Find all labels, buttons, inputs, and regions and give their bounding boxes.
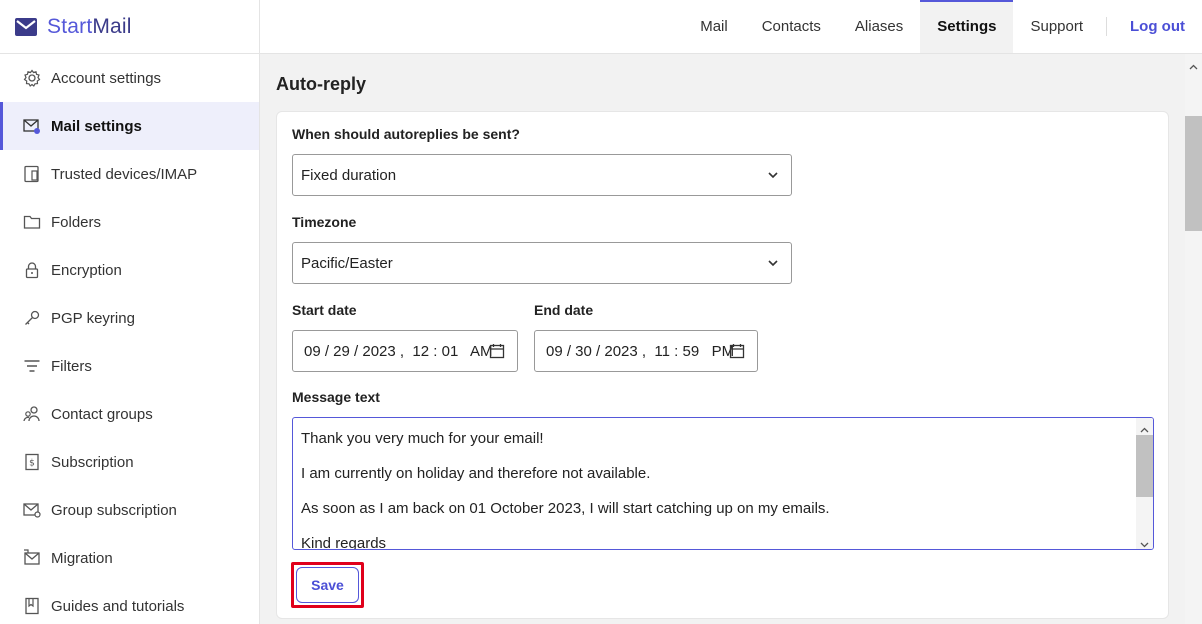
sidebar-item-folders[interactable]: Folders bbox=[0, 198, 259, 246]
contact-group-icon bbox=[22, 405, 41, 424]
chevron-down-icon bbox=[767, 168, 779, 180]
when-select[interactable]: Fixed duration bbox=[292, 154, 792, 196]
timezone-select-value: Pacific/Easter bbox=[301, 254, 393, 272]
sidebar-item-label: Migration bbox=[51, 549, 113, 567]
end-date-label: End date bbox=[534, 302, 594, 318]
sidebar-item-label: Group subscription bbox=[51, 501, 177, 519]
end-date-value: 09 / 30 / 2023 , 11 : 59 PM bbox=[546, 342, 735, 360]
scroll-up-icon[interactable] bbox=[1189, 59, 1198, 70]
sidebar-item-label: Folders bbox=[51, 213, 102, 231]
start-date-value: 09 / 29 / 2023 , 12 : 01 AM bbox=[304, 342, 493, 360]
sidebar-item-migration[interactable]: Migration bbox=[0, 534, 259, 582]
sidebar-item-label: Contact groups bbox=[51, 405, 153, 423]
start-date-label: Start date bbox=[292, 302, 357, 318]
key-icon bbox=[22, 309, 41, 328]
sidebar-item-label: PGP keyring bbox=[51, 309, 135, 327]
folder-icon bbox=[22, 213, 41, 232]
sidebar-item-label: Trusted devices/IMAP bbox=[51, 165, 198, 183]
save-button[interactable]: Save bbox=[296, 567, 359, 603]
receipt-icon: $ bbox=[22, 453, 41, 472]
tab-settings[interactable]: Settings bbox=[920, 0, 1014, 53]
sidebar-item-guides[interactable]: Guides and tutorials bbox=[0, 582, 259, 624]
brand-name: StartMail bbox=[47, 14, 132, 38]
top-nav: Mail Contacts Aliases Settings Support L… bbox=[260, 0, 1202, 54]
page-title: Auto-reply bbox=[276, 74, 366, 94]
sidebar-item-label: Encryption bbox=[51, 261, 122, 279]
envelope-logo-icon bbox=[15, 17, 37, 36]
page-scroll-thumb[interactable] bbox=[1185, 116, 1202, 231]
sidebar-item-account-settings[interactable]: Account settings bbox=[0, 54, 259, 102]
scroll-down-icon[interactable] bbox=[1140, 536, 1149, 548]
sidebar-item-label: Guides and tutorials bbox=[51, 597, 185, 615]
scroll-up-icon[interactable] bbox=[1140, 422, 1149, 433]
sidebar-item-pgp-keyring[interactable]: PGP keyring bbox=[0, 294, 259, 342]
sidebar-item-mail-settings[interactable]: Mail settings bbox=[0, 102, 259, 150]
tab-mail[interactable]: Mail bbox=[683, 0, 745, 53]
sidebar-item-label: Mail settings bbox=[51, 117, 142, 135]
logout-link[interactable]: Log out bbox=[1113, 0, 1202, 53]
message-line: As soon as I am back on 01 October 2023,… bbox=[301, 500, 830, 517]
timezone-label: Timezone bbox=[292, 214, 357, 230]
message-textarea[interactable]: Thank you very much for your email! I am… bbox=[292, 417, 1154, 550]
nav-divider bbox=[1106, 17, 1108, 36]
start-date-input[interactable]: 09 / 29 / 2023 , 12 : 01 AM bbox=[292, 330, 518, 372]
mail-gear-icon bbox=[22, 117, 41, 136]
message-line: I am currently on holiday and therefore … bbox=[301, 465, 651, 482]
sidebar-item-label: Subscription bbox=[51, 453, 134, 471]
gear-icon bbox=[22, 69, 41, 88]
settings-nav: Account settings Mail settings Trusted d… bbox=[0, 54, 259, 624]
sidebar-item-trusted-devices[interactable]: Trusted devices/IMAP bbox=[0, 150, 259, 198]
sidebar-item-subscription[interactable]: $ Subscription bbox=[0, 438, 259, 486]
filter-icon bbox=[22, 357, 41, 376]
sidebar-item-filters[interactable]: Filters bbox=[0, 342, 259, 390]
calendar-icon[interactable] bbox=[729, 343, 745, 359]
page-scrollbar[interactable] bbox=[1185, 54, 1202, 624]
tab-contacts[interactable]: Contacts bbox=[745, 0, 838, 53]
svg-text:$: $ bbox=[29, 459, 35, 469]
devices-icon bbox=[22, 165, 41, 184]
textarea-scrollbar[interactable] bbox=[1136, 418, 1153, 549]
sidebar-item-contact-groups[interactable]: Contact groups bbox=[0, 390, 259, 438]
message-label: Message text bbox=[292, 389, 380, 405]
tab-support[interactable]: Support bbox=[1013, 0, 1100, 53]
book-icon bbox=[22, 597, 41, 616]
sidebar-item-group-subscription[interactable]: Group subscription bbox=[0, 486, 259, 534]
textarea-scroll-thumb[interactable] bbox=[1136, 435, 1153, 497]
mail-group-icon bbox=[22, 501, 41, 520]
sidebar-item-encryption[interactable]: Encryption bbox=[0, 246, 259, 294]
sidebar-item-label: Account settings bbox=[51, 69, 162, 87]
auto-reply-card: When should autoreplies be sent? Fixed d… bbox=[276, 111, 1169, 619]
lock-icon bbox=[22, 261, 41, 280]
message-line: Kind regards bbox=[301, 535, 387, 550]
calendar-icon[interactable] bbox=[489, 343, 505, 359]
timezone-select[interactable]: Pacific/Easter bbox=[292, 242, 792, 284]
chevron-down-icon bbox=[767, 256, 779, 268]
when-select-value: Fixed duration bbox=[301, 166, 397, 184]
migration-icon bbox=[22, 549, 41, 568]
end-date-input[interactable]: 09 / 30 / 2023 , 11 : 59 PM bbox=[534, 330, 758, 372]
when-label: When should autoreplies be sent? bbox=[292, 126, 520, 142]
brand[interactable]: StartMail bbox=[0, 0, 259, 54]
tab-aliases[interactable]: Aliases bbox=[838, 0, 920, 53]
sidebar: StartMail Account settings Mail settings… bbox=[0, 0, 260, 624]
main-content: Auto-reply When should autoreplies be se… bbox=[260, 54, 1185, 624]
sidebar-item-label: Filters bbox=[51, 357, 92, 375]
message-line: Thank you very much for your email! bbox=[301, 430, 544, 447]
save-highlight: Save bbox=[291, 562, 364, 608]
